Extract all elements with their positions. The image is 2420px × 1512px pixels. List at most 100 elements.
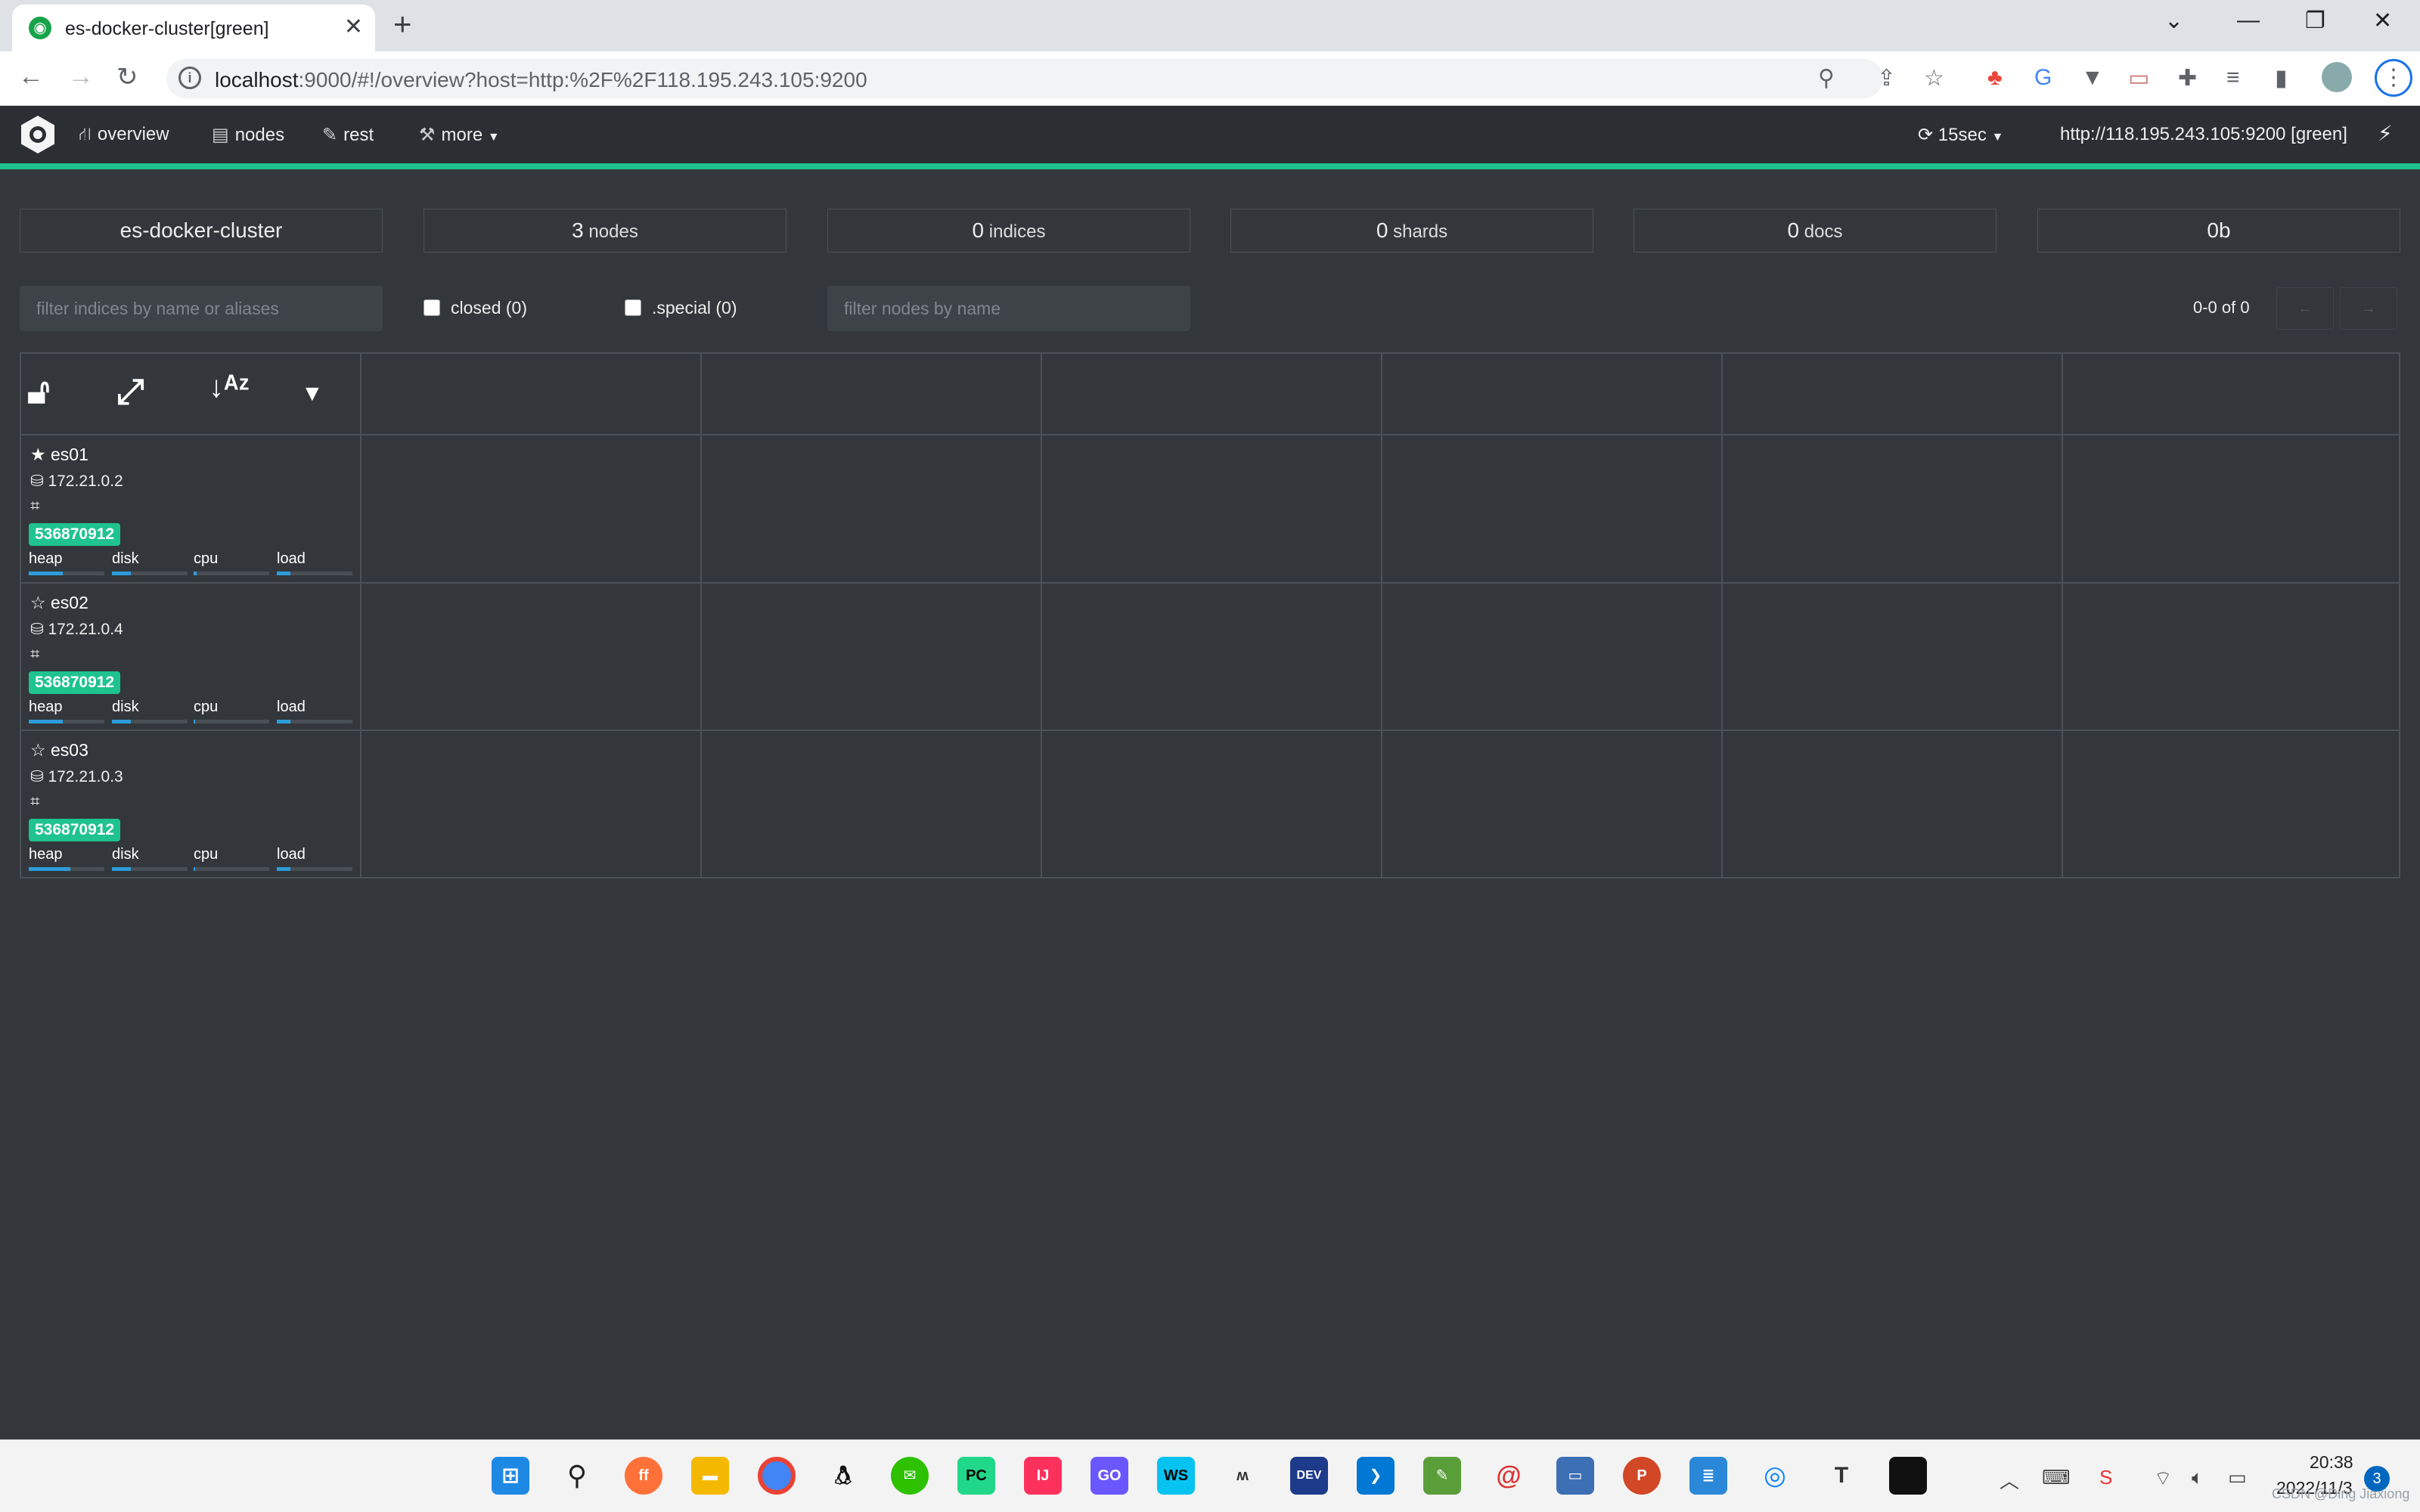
- address-bar[interactable]: i localhost:9000/#!/overview?host=http:%…: [166, 59, 1883, 98]
- metric-bar: [194, 720, 269, 723]
- wechat-icon[interactable]: ✉: [891, 1457, 929, 1495]
- google-translate-icon[interactable]: G: [2034, 65, 2052, 91]
- cluster-name-stat: es-docker-cluster: [20, 209, 383, 253]
- restore-button[interactable]: ❐: [2305, 8, 2325, 34]
- share-icon[interactable]: ⇪: [1877, 65, 1896, 91]
- notepad-plus-icon[interactable]: ✎: [1423, 1457, 1461, 1495]
- profile-avatar[interactable]: [2322, 62, 2352, 92]
- node-ip: ⛁ 172.21.0.4: [30, 620, 123, 639]
- node-row-es02: ☆ es02 ⛁ 172.21.0.4 ⌗ 536870912 heap dis…: [21, 584, 360, 730]
- nav-more[interactable]: ⚒ more ▼: [419, 124, 500, 146]
- node-name[interactable]: ★ es01: [30, 445, 88, 465]
- volume-icon[interactable]: 🔈︎: [2192, 1466, 2204, 1490]
- closed-checkbox[interactable]: [424, 299, 440, 316]
- minimize-button[interactable]: —: [2237, 8, 2260, 33]
- node-ip: ⛁ 172.21.0.3: [30, 767, 123, 786]
- url-text[interactable]: localhost:9000/#!/overview?host=http:%2F…: [215, 68, 867, 92]
- devcpp-icon[interactable]: DEV: [1290, 1457, 1328, 1495]
- prev-page-button[interactable]: ←: [2276, 287, 2334, 330]
- clock-time[interactable]: 20:38: [2310, 1452, 2353, 1473]
- forward-arrow-icon[interactable]: →: [68, 62, 94, 91]
- snail-app-icon[interactable]: @: [1490, 1457, 1528, 1495]
- filter-nodes-input[interactable]: [827, 286, 1190, 331]
- metric-bar: [112, 572, 188, 575]
- webstorm-icon[interactable]: WS: [1157, 1457, 1195, 1495]
- nav-nodes[interactable]: ▤ nodes: [212, 124, 284, 146]
- next-page-button[interactable]: →: [2340, 287, 2397, 330]
- node-row-es03: ☆ es03 ⛁ 172.21.0.3 ⌗ 536870912 heap dis…: [21, 731, 360, 878]
- close-tab-icon[interactable]: ✕: [344, 14, 363, 40]
- vue-devtools-icon[interactable]: ▼: [2081, 65, 2104, 91]
- disconnect-plug-icon[interactable]: ⚡: [2378, 121, 2393, 146]
- vscode-icon[interactable]: ❯: [1357, 1457, 1395, 1495]
- metric-label: heap: [29, 699, 63, 715]
- back-arrow-icon[interactable]: ←: [18, 62, 44, 91]
- extensions-puzzle-icon[interactable]: ✚: [2178, 65, 2197, 91]
- site-info-icon[interactable]: i: [178, 67, 201, 89]
- load-metric: load: [277, 699, 352, 723]
- firefox-icon[interactable]: ff: [625, 1457, 662, 1495]
- cerebro-logo-icon[interactable]: [17, 113, 59, 156]
- search-icon[interactable]: ⚲: [558, 1457, 596, 1495]
- browser-app-icon[interactable]: ◎: [1756, 1457, 1794, 1495]
- pycharm-icon[interactable]: PC: [957, 1457, 995, 1495]
- special-checkbox[interactable]: [625, 299, 641, 316]
- typora-icon[interactable]: ʍ: [1224, 1457, 1261, 1495]
- close-window-button[interactable]: ✕: [2373, 8, 2392, 34]
- metric-label: load: [277, 846, 306, 863]
- notepad-icon[interactable]: ≣: [1689, 1457, 1727, 1495]
- pagination-info: 0-0 of 0: [2193, 298, 2250, 317]
- load-metric: load: [277, 846, 352, 871]
- disk-metric: disk: [112, 550, 188, 575]
- bookmark-star-icon[interactable]: ☆: [1924, 65, 1944, 91]
- extension-2-icon[interactable]: ▭: [2128, 65, 2149, 91]
- chrome-icon[interactable]: [758, 1457, 796, 1495]
- metric-fill: [194, 572, 197, 575]
- node-name[interactable]: ☆ es02: [30, 593, 88, 613]
- nav-overview[interactable]: ⛙ overview: [79, 124, 169, 147]
- node-row-es01: ★ es01 ⛁ 172.21.0.2 ⌗ 536870912 heap dis…: [21, 435, 360, 582]
- crop-icon: ⌗: [30, 644, 40, 663]
- heap-metric: heap: [29, 550, 104, 575]
- refresh-interval-dropdown[interactable]: ⟳ 15sec ▼: [1918, 124, 2003, 146]
- metric-fill: [29, 720, 63, 723]
- nav-rest[interactable]: ✎ rest: [322, 124, 374, 146]
- new-tab-button[interactable]: +: [393, 6, 412, 42]
- reload-icon[interactable]: ↻: [116, 62, 138, 92]
- goland-icon[interactable]: GO: [1091, 1457, 1128, 1495]
- remote-desktop-icon[interactable]: ▭: [1556, 1457, 1594, 1495]
- heap-metric: heap: [29, 699, 104, 723]
- node-name[interactable]: ☆ es03: [30, 740, 88, 761]
- zoom-icon[interactable]: ⚲: [1818, 65, 1835, 91]
- csdn-tray-icon[interactable]: S: [2099, 1466, 2112, 1489]
- sort-alpha-icon[interactable]: ↓ᴬᶻ: [209, 370, 250, 404]
- file-explorer-icon[interactable]: ▬: [691, 1457, 729, 1495]
- column-divider: [1041, 354, 1042, 877]
- powerpoint-icon[interactable]: P: [1623, 1457, 1661, 1495]
- terminal-icon[interactable]: [1889, 1457, 1927, 1495]
- reading-list-icon[interactable]: ≡: [2226, 65, 2240, 91]
- typora-t-icon[interactable]: T: [1823, 1457, 1860, 1495]
- browser-tab[interactable]: ◉ es-docker-cluster[green] ✕: [12, 5, 375, 51]
- cpu-metric: cpu: [194, 550, 269, 575]
- metric-label: heap: [29, 550, 63, 567]
- filter-indices-input[interactable]: [20, 286, 383, 331]
- metric-label: disk: [112, 550, 139, 567]
- intellij-icon[interactable]: IJ: [1024, 1457, 1062, 1495]
- windows-start-icon[interactable]: ⊞: [492, 1457, 529, 1495]
- qq-icon[interactable]: 🐧︎: [824, 1457, 862, 1495]
- chrome-menu-icon[interactable]: ⋮: [2375, 59, 2412, 97]
- battery-icon[interactable]: ▭: [2228, 1466, 2247, 1489]
- side-panel-icon[interactable]: ▮: [2275, 65, 2288, 91]
- caret-down-icon[interactable]: ▼: [301, 381, 324, 407]
- expand-icon[interactable]: ⤢: [116, 370, 144, 413]
- column-divider: [2062, 354, 2063, 877]
- extension-1-icon[interactable]: ♣: [1987, 65, 2003, 91]
- metric-label: cpu: [194, 550, 219, 567]
- tray-chevron-up-icon[interactable]: ︿: [2000, 1466, 2019, 1494]
- nav-rest-label: rest: [343, 125, 374, 145]
- unlock-icon[interactable]: 🔓︎: [27, 370, 50, 413]
- ime-icon[interactable]: ⌨: [2042, 1466, 2071, 1489]
- tab-search-chevron-icon[interactable]: ⌄: [2164, 8, 2183, 34]
- wifi-icon[interactable]: ⌔: [2154, 1466, 2172, 1491]
